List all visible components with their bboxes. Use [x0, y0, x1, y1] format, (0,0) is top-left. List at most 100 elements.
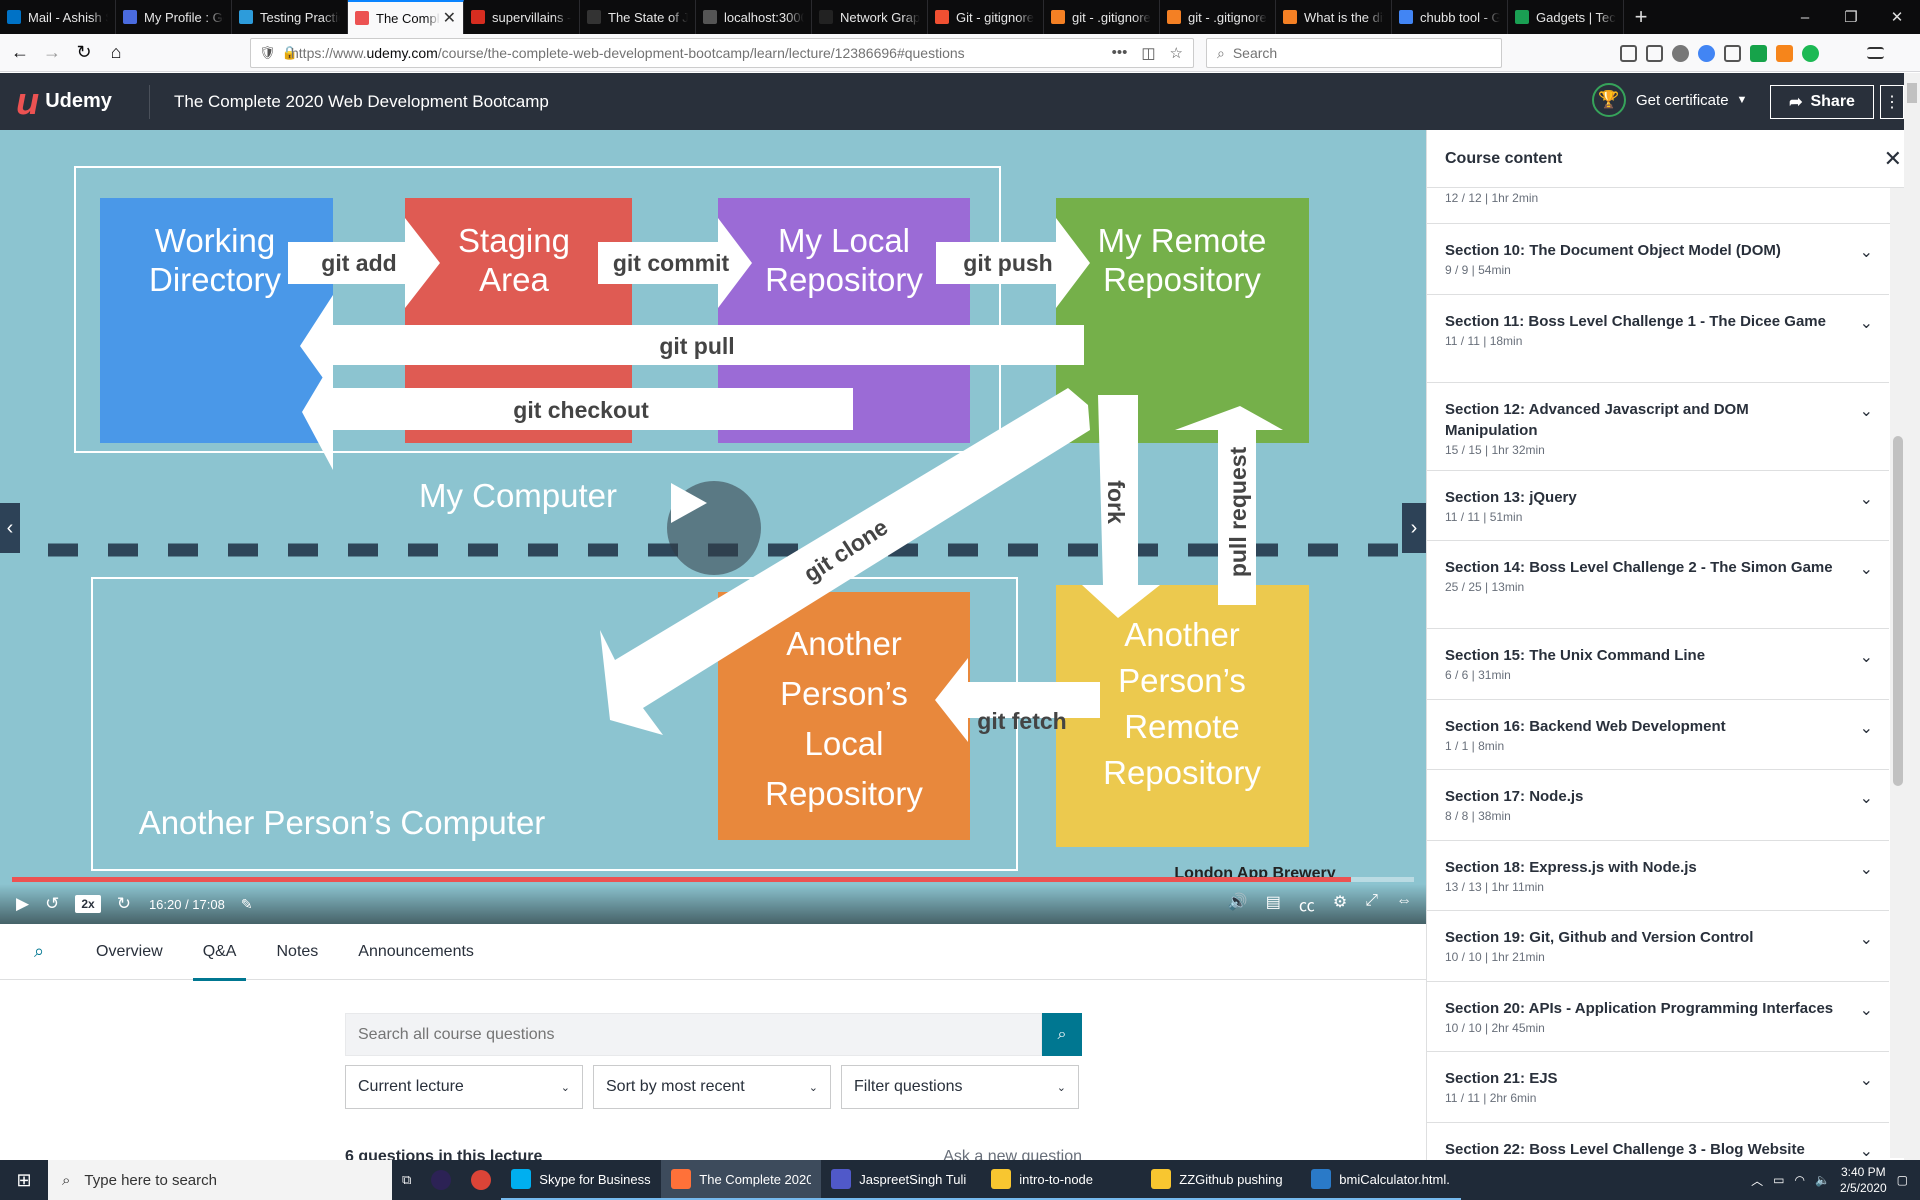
browser-tab[interactable]: supervillains - — [464, 0, 580, 34]
udemy-logo[interactable]: u Udemy — [0, 83, 150, 121]
scrollbar-thumb[interactable] — [1893, 436, 1903, 786]
taskbar-search[interactable]: ⌕ Type here to search — [48, 1160, 392, 1200]
volume-icon[interactable]: 🔊 — [1228, 892, 1248, 916]
eclipse-icon[interactable] — [421, 1160, 461, 1200]
account-icon[interactable] — [1672, 44, 1689, 62]
get-certificate-button[interactable]: 🏆 Get certificate ▼ — [1592, 83, 1747, 117]
browser-search-input[interactable]: ⌕ Search — [1206, 38, 1502, 68]
tab-announcements[interactable]: Announcements — [358, 924, 474, 980]
video-player[interactable]: Working Directory Staging Area My Local … — [0, 130, 1426, 924]
browser-tab[interactable]: localhost:3000/bm — [696, 0, 812, 34]
windows-start-icon[interactable]: ⊞ — [0, 1160, 48, 1200]
taskbar-app[interactable]: bmiCalculator.html... — [1301, 1160, 1462, 1200]
course-section[interactable]: Section 21: EJS 11 / 11 | 2hr 6min ⌄ — [1427, 1052, 1889, 1123]
course-section[interactable]: Section 22: Boss Level Challenge 3 - Blo… — [1427, 1123, 1889, 1161]
taskbar-app[interactable]: intro-to-node — [981, 1160, 1142, 1200]
task-view-icon[interactable]: ⧉ — [392, 1160, 421, 1200]
browser-tab[interactable]: Mail - Ashish S — [0, 0, 116, 34]
browser-tab[interactable]: Gadgets | Tech — [1508, 0, 1624, 34]
page-scrollbar[interactable] — [1904, 73, 1920, 1160]
reload-icon[interactable]: ↻ — [68, 38, 100, 68]
settings-gear-icon[interactable]: ⚙ — [1333, 892, 1347, 916]
chevron-down-icon[interactable]: ⌄ — [1860, 559, 1873, 579]
chevron-down-icon[interactable]: ⌄ — [1860, 1000, 1873, 1020]
rewind-icon[interactable]: ↺ — [45, 894, 59, 914]
course-section[interactable]: Section 19: Git, Github and Version Cont… — [1427, 911, 1889, 982]
course-section[interactable]: Section 11: Boss Level Challenge 1 - The… — [1427, 295, 1889, 383]
previous-lecture-button[interactable]: ‹ — [0, 503, 20, 553]
chevron-down-icon[interactable]: ⌄ — [1860, 647, 1873, 667]
fullscreen-icon[interactable]: ⤢ — [1365, 892, 1378, 916]
volume-icon[interactable]: 🔈 — [1815, 1173, 1830, 1187]
browser-tab[interactable]: The Complete✕ — [348, 0, 464, 34]
metamask-icon[interactable] — [1776, 44, 1793, 62]
browser-tab[interactable]: What is the diff — [1276, 0, 1392, 34]
close-window-button[interactable]: ✕ — [1874, 0, 1920, 34]
course-section[interactable]: Section 12: Advanced Javascript and DOM … — [1427, 383, 1889, 471]
chevron-down-icon[interactable]: ⌄ — [1860, 718, 1873, 738]
course-section[interactable]: Section 18: Express.js with Node.js 13 / … — [1427, 841, 1889, 911]
taskbar-app[interactable]: JaspreetSingh Tuli | ... — [821, 1160, 982, 1200]
shield-icon[interactable] — [1750, 44, 1767, 62]
sidebar-icon[interactable] — [1646, 44, 1663, 62]
playback-rate-button[interactable]: 2x — [75, 895, 101, 913]
chevron-down-icon[interactable]: ⌄ — [1860, 929, 1873, 949]
browser-tab[interactable]: Network Graph — [812, 0, 928, 34]
page-actions-icon[interactable]: ••• — [1112, 44, 1128, 62]
taskbar-app[interactable]: The Complete 2020... — [661, 1160, 822, 1200]
browser-tab[interactable]: git - .gitignore — [1160, 0, 1276, 34]
tab-qa[interactable]: Q&A — [192, 924, 247, 981]
course-section[interactable]: Section 17: Node.js 8 / 8 | 38min ⌄ — [1427, 770, 1889, 841]
chevron-down-icon[interactable]: ⌄ — [1860, 489, 1873, 509]
chevron-down-icon[interactable]: ⌄ — [1860, 401, 1873, 421]
course-section[interactable]: Section 13: jQuery 11 / 11 | 51min ⌄ — [1427, 471, 1889, 541]
browser-tab[interactable]: Testing Practic — [232, 0, 348, 34]
play-icon[interactable]: ▶ — [16, 894, 29, 914]
home-icon[interactable]: ⌂ — [100, 38, 132, 68]
menu-icon[interactable] — [1867, 47, 1884, 59]
browser-tab[interactable]: git - .gitignore — [1044, 0, 1160, 34]
chevron-down-icon[interactable]: ⌄ — [1860, 313, 1873, 333]
captions-icon[interactable]: ㏄ — [1299, 892, 1315, 916]
grammarly-icon[interactable] — [1802, 44, 1819, 62]
course-section[interactable]: Section 15: The Unix Command Line 6 / 6 |… — [1427, 629, 1889, 700]
extension-icon[interactable] — [1698, 44, 1715, 62]
tracking-shield-icon[interactable]: 🛡 — [259, 45, 276, 61]
back-icon[interactable]: ← — [4, 38, 36, 68]
browser-tab[interactable]: My Profile : Ge — [116, 0, 232, 34]
forward-icon[interactable]: → — [36, 38, 68, 68]
maximize-button[interactable]: ❐ — [1828, 0, 1874, 34]
chevron-down-icon[interactable]: ⌄ — [1860, 859, 1873, 879]
minimize-button[interactable]: – — [1782, 0, 1828, 34]
tab-notes[interactable]: Notes — [276, 924, 318, 980]
transcript-icon[interactable]: ▤ — [1266, 892, 1281, 916]
filter-questions-select[interactable]: Filter questions ⌄ — [841, 1065, 1079, 1109]
tray-arrow-icon[interactable]: ︿ — [1751, 1172, 1763, 1189]
browser-tab[interactable]: chubb tool - G — [1392, 0, 1508, 34]
tab-overview[interactable]: Overview — [96, 924, 163, 980]
course-section[interactable]: Section 10: The Document Object Model (D… — [1427, 224, 1889, 295]
chevron-down-icon[interactable]: ⌄ — [1860, 1141, 1873, 1161]
system-clock[interactable]: 3:40 PM 2/5/2020 — [1840, 1164, 1887, 1196]
browser-tab[interactable]: Git - gitignore — [928, 0, 1044, 34]
video-progress-bar[interactable] — [12, 877, 1414, 882]
url-bar[interactable]: 🛡 🔒 https://www. udemy.com/course/the-comp… — [250, 38, 1194, 68]
search-icon[interactable]: ⌕ — [34, 941, 56, 962]
chevron-down-icon[interactable]: ⌄ — [1860, 1070, 1873, 1090]
pocket-icon[interactable]: ◫ — [1141, 44, 1155, 62]
ask-question-link[interactable]: Ask a new question — [943, 1148, 1082, 1160]
browser-tab[interactable]: The State of Ja — [580, 0, 696, 34]
library-icon[interactable] — [1620, 44, 1637, 62]
course-section[interactable]: Section 20: APIs - Application Programmi… — [1427, 982, 1889, 1052]
expand-icon[interactable]: ⇔ — [1396, 892, 1412, 916]
scrollbar-thumb[interactable] — [1907, 83, 1917, 103]
chrome-icon[interactable] — [461, 1160, 501, 1200]
bookmark-star-icon[interactable]: ☆ — [1170, 44, 1183, 62]
play-overlay-button[interactable] — [667, 481, 761, 575]
new-tab-button[interactable]: + — [1624, 0, 1658, 34]
qa-search-button[interactable]: ⌕ — [1042, 1013, 1082, 1056]
clipboard-icon[interactable] — [1724, 44, 1741, 62]
close-icon[interactable]: ✕ — [1884, 146, 1902, 172]
network-icon[interactable]: ▭ — [1773, 1173, 1784, 1187]
more-options-button[interactable]: ⋮ — [1880, 85, 1904, 119]
